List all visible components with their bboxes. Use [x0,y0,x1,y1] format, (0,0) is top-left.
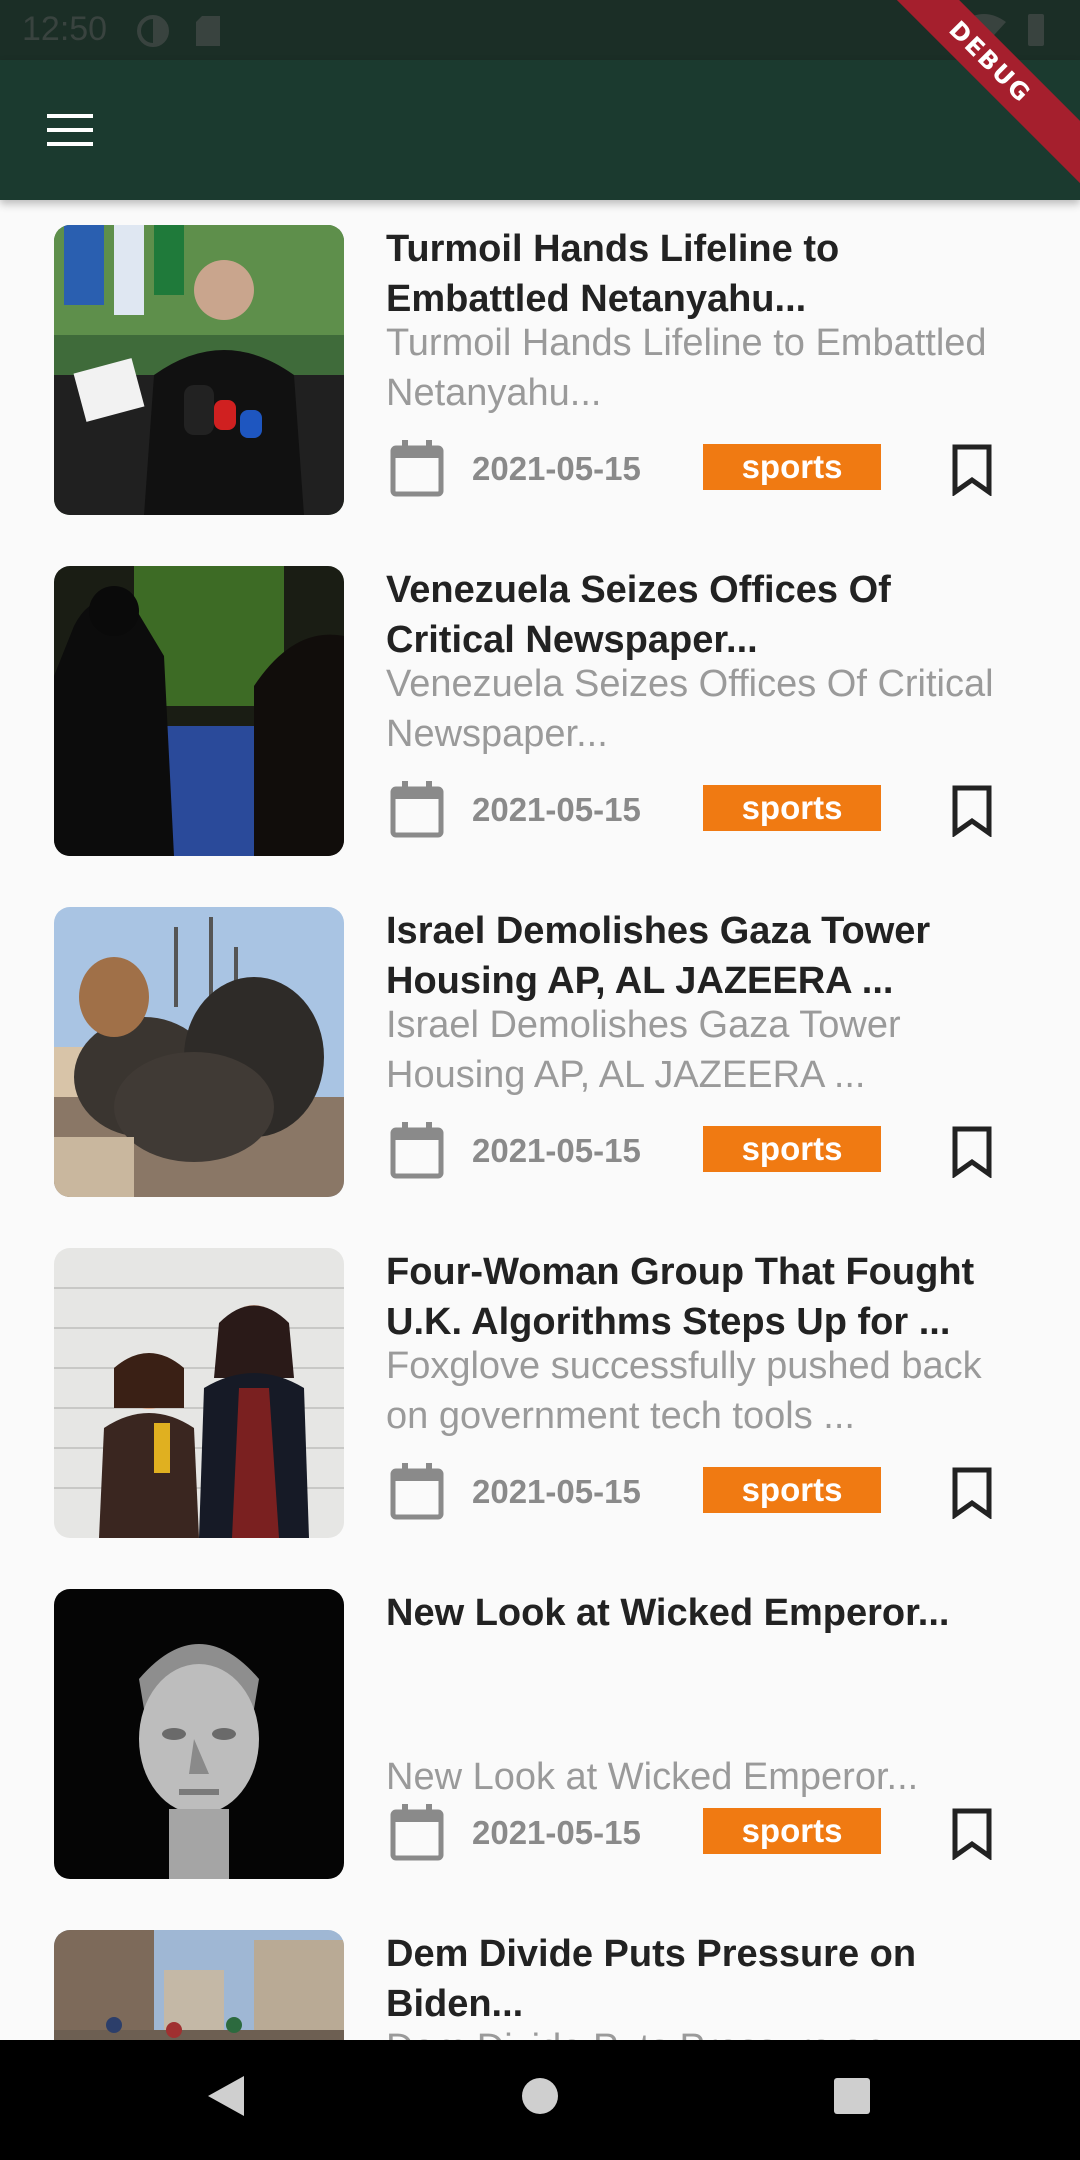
calendar-icon [390,1804,444,1867]
hamburger-menu-icon [47,114,93,146]
news-thumbnail [54,1248,344,1538]
news-description: Turmoil Hands Lifeline to Embattled Neta… [386,322,987,414]
news-thumbnail [54,1930,344,2040]
news-image-two-women [54,1248,344,1538]
screen: 12:50 DEBUG Turmoil Hands Lifeline to Em… [0,0,1080,2160]
news-image-rubble-street [54,1930,344,2040]
news-item[interactable]: New Look at Wicked Emperor... New Look a… [0,1564,1080,1879]
data-saver-icon [136,14,170,53]
news-description: Israel Demolishes Gaza Tower Housing AP,… [386,1004,901,1096]
category-badge[interactable]: sports [703,444,881,490]
news-meta: 2021-05-15 sports [386,1802,1006,1862]
news-meta: 2021-05-15 sports [386,438,1006,498]
news-description: Foxglove successfully pushed back on gov… [386,1345,982,1437]
news-title[interactable]: Four-Woman Group That Fought U.K. Algori… [386,1247,1006,1347]
news-date: 2021-05-15 [472,1814,641,1851]
home-circle-icon[interactable] [521,2074,559,2120]
navigation-bar [0,2040,1080,2160]
news-thumbnail [54,225,344,515]
bookmark-icon [952,1808,992,1861]
news-list[interactable]: Turmoil Hands Lifeline to Embattled Neta… [0,200,1080,2040]
calendar-icon [390,1463,444,1526]
news-meta: 2021-05-15 sports [386,1120,1006,1180]
news-item[interactable]: Turmoil Hands Lifeline to Embattled Neta… [0,200,1080,515]
bookmark-button[interactable] [942,1463,1002,1523]
news-title[interactable]: New Look at Wicked Emperor... [386,1588,1006,1638]
news-description: New Look at Wicked Emperor... [386,1756,919,1798]
news-item[interactable]: Four-Woman Group That Fought U.K. Algori… [0,1223,1080,1538]
bookmark-icon [952,1126,992,1179]
bookmark-button[interactable] [942,440,1002,500]
bookmark-button[interactable] [942,1804,1002,1864]
category-badge[interactable]: sports [703,1808,881,1854]
calendar-icon [390,1122,444,1185]
news-meta: 2021-05-15 sports [386,1461,1006,1521]
news-date: 2021-05-15 [472,450,641,487]
news-item[interactable]: Dem Divide Puts Pressure on Biden... Dem… [0,1905,1080,2040]
news-title[interactable]: Israel Demolishes Gaza Tower Housing AP,… [386,906,1006,1006]
news-meta: 2021-05-15 sports [386,779,1006,839]
app-bar [0,60,1080,200]
bookmark-button[interactable] [942,1122,1002,1182]
category-badge[interactable]: sports [703,1126,881,1172]
news-title[interactable]: Turmoil Hands Lifeline to Embattled Neta… [386,224,1006,324]
news-image-speaker-podium [54,225,344,515]
menu-button[interactable] [30,100,110,160]
news-description: Dem Divide Puts Pressure on Biden... [386,2023,1006,2040]
news-image-marble-bust [54,1589,344,1879]
calendar-icon [390,781,444,844]
news-image-tower-explosion [54,907,344,1197]
calendar-icon [390,440,444,503]
category-badge[interactable]: sports [703,785,881,831]
news-title[interactable]: Dem Divide Puts Pressure on Biden... [386,1929,1006,2029]
bookmark-icon [952,444,992,497]
news-description: Venezuela Seizes Offices Of Critical New… [386,663,994,755]
news-thumbnail [54,907,344,1197]
bookmark-icon [952,1467,992,1520]
bookmark-button[interactable] [942,781,1002,841]
news-image-silhouettes [54,566,344,856]
news-item[interactable]: Venezuela Seizes Offices Of Critical New… [0,541,1080,856]
news-date: 2021-05-15 [472,791,641,828]
news-thumbnail [54,566,344,856]
news-item[interactable]: Israel Demolishes Gaza Tower Housing AP,… [0,882,1080,1197]
status-time: 12:50 [22,10,108,48]
sim-card-icon [194,14,222,53]
bookmark-icon [952,785,992,838]
recents-square-icon[interactable] [832,2074,872,2121]
news-date: 2021-05-15 [472,1473,641,1510]
back-triangle-icon[interactable] [206,2074,246,2123]
news-thumbnail [54,1589,344,1879]
news-date: 2021-05-15 [472,1132,641,1169]
category-badge[interactable]: sports [703,1467,881,1513]
news-title[interactable]: Venezuela Seizes Offices Of Critical New… [386,565,1006,665]
